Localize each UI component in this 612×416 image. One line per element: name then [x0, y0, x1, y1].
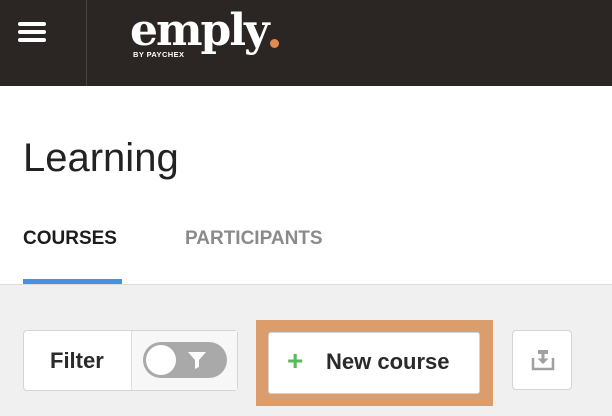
page-title: Learning — [23, 136, 179, 180]
topbar-divider — [86, 0, 87, 86]
logo-subtitle: BY PAYCHEX — [133, 50, 185, 59]
new-course-button[interactable]: + New course — [268, 332, 480, 394]
hamburger-menu-button[interactable] — [0, 0, 64, 64]
new-course-label: New course — [326, 349, 450, 374]
tab-courses[interactable]: COURSES — [23, 228, 117, 250]
toolbar: Filter + New course — [0, 285, 612, 416]
logo-dot — [270, 39, 279, 48]
top-bar: emply BY PAYCHEX — [0, 0, 612, 86]
filter-label: Filter — [50, 348, 104, 373]
toggle-knob — [146, 345, 176, 375]
download-tray-icon — [531, 350, 555, 371]
export-button[interactable] — [512, 330, 572, 390]
logo-wordmark: emply — [130, 5, 270, 56]
filter-control: Filter — [23, 330, 238, 391]
hamburger-menu-icon — [18, 18, 46, 47]
tab-participants[interactable]: PARTICIPANTS — [185, 228, 323, 250]
filter-toggle[interactable] — [143, 342, 227, 378]
plus-icon: + — [287, 345, 304, 376]
funnel-icon — [188, 352, 206, 369]
page-header: Learning COURSES PARTICIPANTS — [0, 86, 612, 285]
emply-logo[interactable]: emply BY PAYCHEX — [130, 6, 290, 62]
